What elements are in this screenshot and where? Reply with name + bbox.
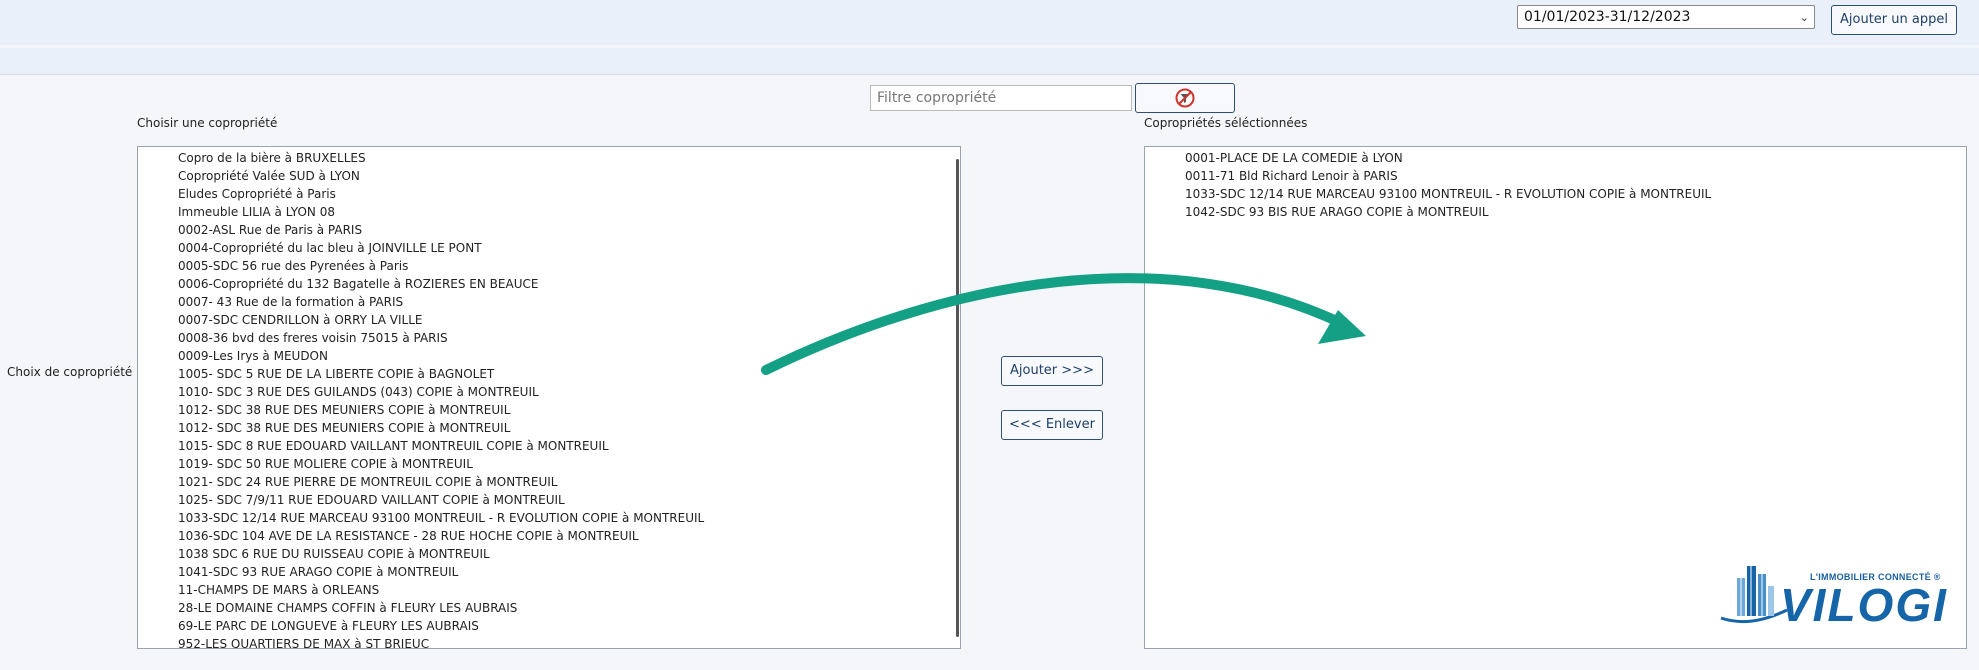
- remove-button[interactable]: <<< Enlever: [1001, 410, 1103, 440]
- selected-list-label: Copropriétés séléctionnées: [1144, 116, 1308, 130]
- vilogi-logo: L'IMMOBILIER CONNECTÉ ® VILOGI: [1715, 560, 1955, 631]
- list-item[interactable]: 1012- SDC 38 RUE DES MEUNIERS COPIE à MO…: [178, 419, 960, 437]
- list-item[interactable]: 0008-36 bvd des freres voisin 75015 à PA…: [178, 329, 960, 347]
- building-logo-icon: [1720, 566, 1788, 624]
- list-item[interactable]: Eludes Copropriété à Paris: [178, 185, 960, 203]
- list-item[interactable]: 1019- SDC 50 RUE MOLIERE COPIE à MONTREU…: [178, 455, 960, 473]
- list-item[interactable]: 1036-SDC 104 AVE DE LA RESISTANCE - 28 R…: [178, 527, 960, 545]
- list-item[interactable]: 0004-Copropriété du lac bleu à JOINVILLE…: [178, 239, 960, 257]
- add-call-button[interactable]: Ajouter un appel: [1831, 5, 1957, 35]
- period-select-value: 01/01/2023-31/12/2023: [1524, 9, 1691, 25]
- list-item[interactable]: 1005- SDC 5 RUE DE LA LIBERTE COPIE à BA…: [178, 365, 960, 383]
- list-item[interactable]: 1021- SDC 24 RUE PIERRE DE MONTREUIL COP…: [178, 473, 960, 491]
- list-item[interactable]: 1012- SDC 38 RUE DES MEUNIERS COPIE à MO…: [178, 401, 960, 419]
- list-item[interactable]: 1038 SDC 6 RUE DU RUISSEAU COPIE à MONTR…: [178, 545, 960, 563]
- list-item[interactable]: 1010- SDC 3 RUE DES GUILANDS (043) COPIE…: [178, 383, 960, 401]
- available-list-label: Choisir une copropriété: [137, 116, 278, 130]
- clear-filter-button[interactable]: [1135, 83, 1235, 113]
- list-item[interactable]: 0006-Copropriété du 132 Bagatelle à ROZI…: [178, 275, 960, 293]
- clear-filter-icon: [1175, 88, 1195, 108]
- list-item[interactable]: 0001-PLACE DE LA COMEDIE à LYON: [1185, 149, 1966, 167]
- list-item[interactable]: 0007- 43 Rue de la formation à PARIS: [178, 293, 960, 311]
- list-item[interactable]: 1041-SDC 93 RUE ARAGO COPIE à MONTREUIL: [178, 563, 960, 581]
- list-item[interactable]: 952-LES QUARTIERS DE MAX à ST BRIEUC: [178, 635, 960, 648]
- scrollbar[interactable]: [956, 159, 959, 637]
- list-item[interactable]: 1042-SDC 93 BIS RUE ARAGO COPIE à MONTRE…: [1185, 203, 1966, 221]
- logo-wordmark: VILOGI: [1780, 579, 1948, 631]
- list-item[interactable]: Copro de la bière à BRUXELLES: [178, 149, 960, 167]
- list-item[interactable]: 69-LE PARC DE LONGUEVE à FLEURY LES AUBR…: [178, 617, 960, 635]
- add-button[interactable]: Ajouter >>>: [1001, 356, 1103, 386]
- list-item[interactable]: 0011-71 Bld Richard Lenoir à PARIS: [1185, 167, 1966, 185]
- list-item[interactable]: 28-LE DOMAINE CHAMPS COFFIN à FLEURY LES…: [178, 599, 960, 617]
- available-list[interactable]: Copro de la bière à BRUXELLES Copropriété…: [137, 146, 961, 649]
- field-label: Choix de copropriété: [7, 365, 133, 379]
- sub-toolbar: [0, 48, 1979, 75]
- period-select[interactable]: 01/01/2023-31/12/2023 ⌄: [1517, 5, 1815, 29]
- list-item[interactable]: 0009-Les Irys à MEUDON: [178, 347, 960, 365]
- filter-input[interactable]: Filtre copropriété: [870, 85, 1132, 111]
- list-item[interactable]: Immeuble LILIA à LYON 08: [178, 203, 960, 221]
- list-item[interactable]: 11-CHAMPS DE MARS à ORLEANS: [178, 581, 960, 599]
- list-item[interactable]: 1033-SDC 12/14 RUE MARCEAU 93100 MONTREU…: [178, 509, 960, 527]
- filter-placeholder: Filtre copropriété: [877, 90, 997, 106]
- list-item[interactable]: 0007-SDC CENDRILLON à ORRY LA VILLE: [178, 311, 960, 329]
- list-item[interactable]: 1033-SDC 12/14 RUE MARCEAU 93100 MONTREU…: [1185, 185, 1966, 203]
- list-item[interactable]: 1015- SDC 8 RUE EDOUARD VAILLANT MONTREU…: [178, 437, 960, 455]
- list-item[interactable]: 1025- SDC 7/9/11 RUE EDOUARD VAILLANT CO…: [178, 491, 960, 509]
- list-item[interactable]: 0002-ASL Rue de Paris à PARIS: [178, 221, 960, 239]
- chevron-down-icon: ⌄: [1799, 11, 1809, 24]
- list-item[interactable]: 0005-SDC 56 rue des Pyrenées à Paris: [178, 257, 960, 275]
- list-item[interactable]: Copropriété Valée SUD à LYON: [178, 167, 960, 185]
